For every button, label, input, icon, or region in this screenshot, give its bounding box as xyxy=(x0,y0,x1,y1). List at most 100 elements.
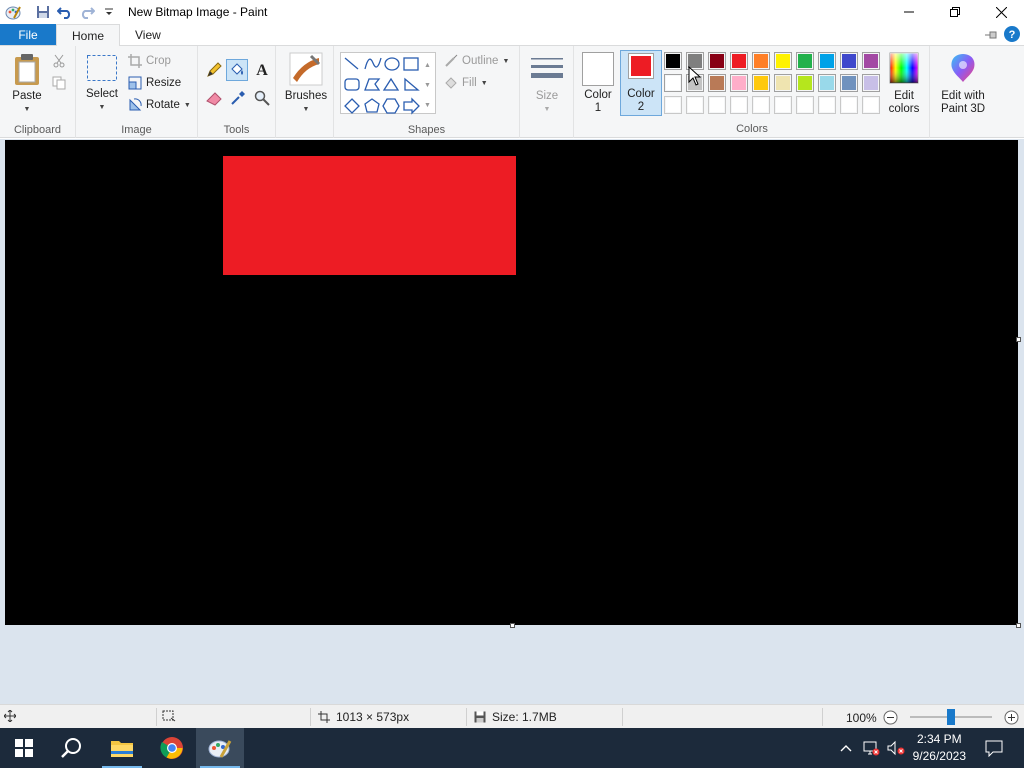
shapes-gallery xyxy=(340,52,437,115)
palette-swatch[interactable] xyxy=(774,96,792,114)
color2-number: 2 xyxy=(637,101,645,113)
copy-icon xyxy=(52,76,66,90)
zoom-level: 100% xyxy=(846,710,877,725)
undo-icon[interactable] xyxy=(56,3,74,21)
palette-swatch[interactable] xyxy=(708,96,726,114)
resize-button[interactable]: Resize xyxy=(128,76,181,90)
edit-colors-icon xyxy=(889,52,919,84)
restore-button[interactable] xyxy=(932,0,978,24)
image-group-label: Image xyxy=(121,124,152,136)
eraser-tool[interactable] xyxy=(206,90,222,106)
palette-swatch[interactable] xyxy=(708,52,726,70)
paint-app-icon[interactable] xyxy=(4,3,22,21)
fill-icon xyxy=(445,77,457,89)
tab-file[interactable]: File xyxy=(0,24,56,45)
palette-swatch[interactable] xyxy=(664,74,682,92)
palette-swatch[interactable] xyxy=(796,52,814,70)
volume-status[interactable] xyxy=(884,728,908,768)
color1-button[interactable]: Color 1 xyxy=(580,52,616,115)
color-picker-tool[interactable] xyxy=(230,90,246,106)
drawing-canvas[interactable] xyxy=(5,140,1018,625)
palette-swatch[interactable] xyxy=(664,96,682,114)
magnifier-tool[interactable] xyxy=(254,90,270,106)
palette-swatch[interactable] xyxy=(796,74,814,92)
palette-swatch[interactable] xyxy=(818,96,836,114)
size-button[interactable]: Size ▼ xyxy=(526,54,568,116)
palette-swatch[interactable] xyxy=(862,96,880,114)
edit-colors-label-1: Edit xyxy=(894,90,914,102)
zoom-slider-thumb[interactable] xyxy=(947,709,955,725)
palette-swatch[interactable] xyxy=(796,96,814,114)
minimize-button[interactable] xyxy=(886,0,932,24)
start-button[interactable] xyxy=(0,728,48,768)
color2-label: Color xyxy=(627,88,655,100)
palette-swatch[interactable] xyxy=(840,52,858,70)
color2-button[interactable]: Color 2 xyxy=(620,50,662,116)
palette-swatch[interactable] xyxy=(730,74,748,92)
tab-view[interactable]: View xyxy=(120,24,176,45)
chevron-down-icon: ▼ xyxy=(502,57,510,65)
chevron-down-icon: ▼ xyxy=(480,79,488,87)
brushes-button[interactable]: Brushes ▼ xyxy=(284,52,328,116)
palette-swatch[interactable] xyxy=(774,74,792,92)
palette-swatch[interactable] xyxy=(730,52,748,70)
image-size-icon xyxy=(318,711,330,723)
palette-swatch[interactable] xyxy=(686,96,704,114)
shapes-scroll[interactable]: ▲ ▼ ▼ xyxy=(424,56,431,116)
palette-swatch[interactable] xyxy=(818,74,836,92)
resize-handle-right[interactable] xyxy=(1016,337,1021,342)
text-tool[interactable]: A xyxy=(254,60,270,78)
pin-ribbon-icon[interactable] xyxy=(984,29,998,43)
select-button[interactable]: Select ▼ xyxy=(84,54,120,114)
chrome-button[interactable] xyxy=(148,728,196,768)
palette-swatch[interactable] xyxy=(862,74,880,92)
cut-button[interactable] xyxy=(52,54,66,68)
taskbar-clock[interactable]: 2:34 PM 9/26/2023 xyxy=(913,731,966,765)
zoom-out-icon[interactable] xyxy=(883,710,898,725)
search-button[interactable] xyxy=(48,728,96,768)
palette-swatch[interactable] xyxy=(730,96,748,114)
show-hidden-icons[interactable] xyxy=(838,728,854,768)
size-icon xyxy=(531,58,563,78)
copy-button[interactable] xyxy=(52,76,66,90)
help-icon[interactable]: ? xyxy=(1004,26,1020,45)
outline-button[interactable]: Outline ▼ xyxy=(444,54,509,68)
tab-home[interactable]: Home xyxy=(56,24,121,46)
customize-quick-access-icon[interactable] xyxy=(100,3,118,21)
paint-taskbar-button[interactable] xyxy=(196,728,244,768)
svg-text:A: A xyxy=(256,62,268,78)
shapes-icons[interactable] xyxy=(341,53,437,115)
palette-swatch[interactable] xyxy=(752,52,770,70)
save-icon[interactable] xyxy=(34,3,52,21)
palette-swatch[interactable] xyxy=(862,52,880,70)
windows-icon xyxy=(15,739,33,757)
crop-button[interactable]: Crop xyxy=(128,54,171,68)
paste-button[interactable]: Paste ▼ xyxy=(8,52,46,116)
palette-swatch[interactable] xyxy=(818,52,836,70)
file-size-text: Size: 1.7MB xyxy=(492,710,557,724)
action-center-button[interactable] xyxy=(976,728,1012,768)
resize-handle-corner[interactable] xyxy=(1016,623,1021,628)
close-button[interactable] xyxy=(978,0,1024,24)
palette-swatch[interactable] xyxy=(840,96,858,114)
palette-swatch[interactable] xyxy=(752,74,770,92)
palette-swatch[interactable] xyxy=(752,96,770,114)
zoom-slider-track[interactable] xyxy=(910,709,992,725)
palette-swatch[interactable] xyxy=(774,52,792,70)
zoom-in-icon[interactable] xyxy=(1004,710,1019,725)
rotate-button[interactable]: Rotate ▼ xyxy=(128,98,191,112)
file-explorer-button[interactable] xyxy=(98,728,146,768)
edit-with-paint3d-button[interactable]: Edit with Paint 3D xyxy=(934,52,992,116)
fill-tool[interactable] xyxy=(226,59,248,81)
redo-icon[interactable] xyxy=(78,3,96,21)
network-status[interactable] xyxy=(860,728,882,768)
palette-swatch[interactable] xyxy=(708,74,726,92)
color2-swatch xyxy=(628,53,654,79)
palette-swatch[interactable] xyxy=(840,74,858,92)
pencil-tool[interactable] xyxy=(206,62,222,78)
resize-handle-bottom[interactable] xyxy=(510,623,515,628)
size-label: Size xyxy=(535,90,559,102)
edit-colors-button[interactable]: Edit colors xyxy=(886,52,922,116)
fill-button[interactable]: Fill ▼ xyxy=(444,76,488,90)
palette-swatch[interactable] xyxy=(664,52,682,70)
